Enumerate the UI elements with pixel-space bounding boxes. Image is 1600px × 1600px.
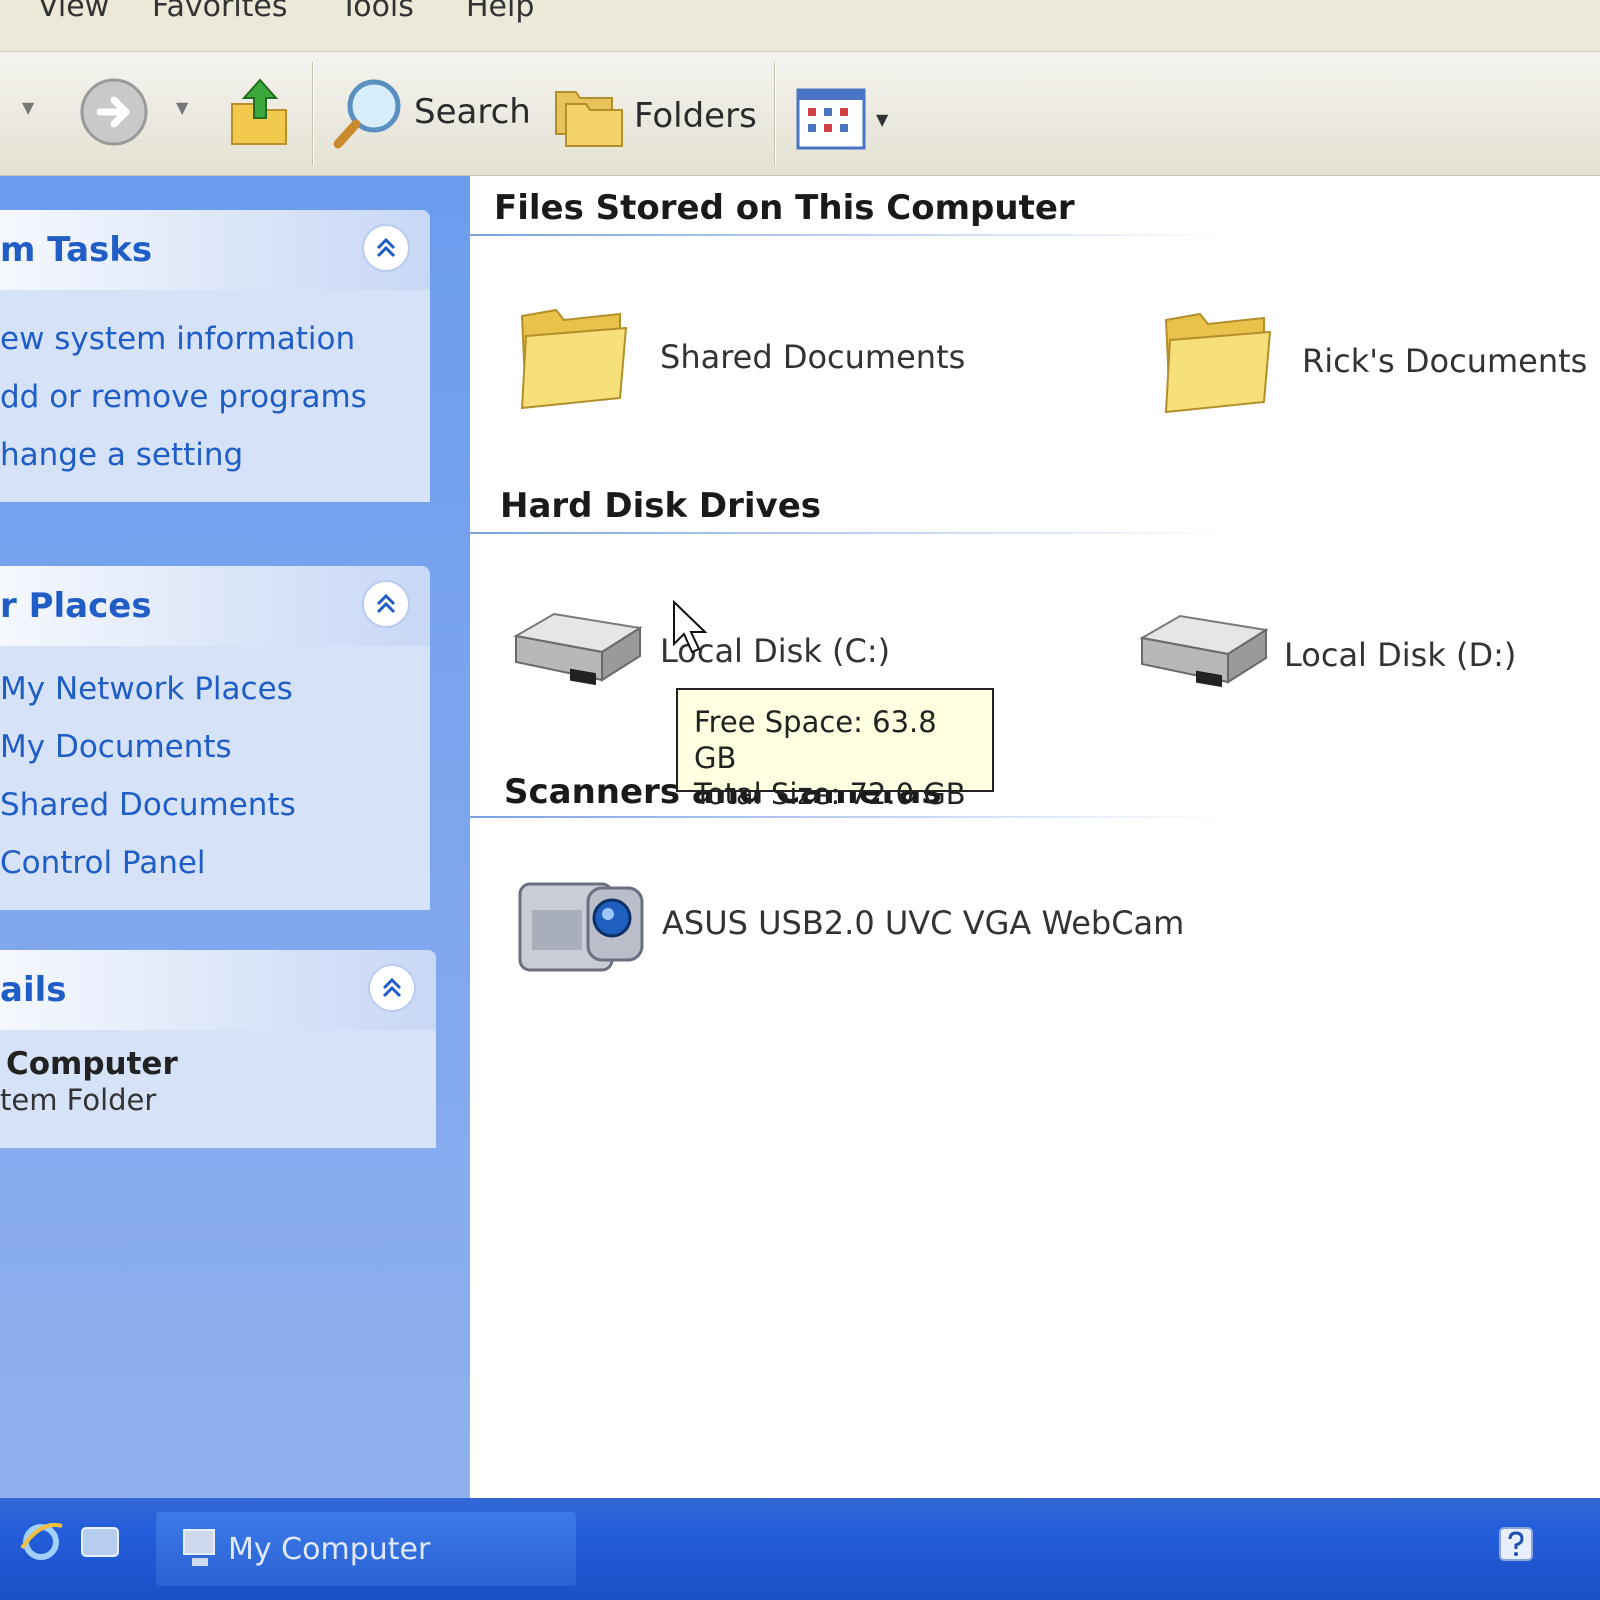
mouse-cursor-icon [673, 600, 708, 654]
system-tasks-panel: m Tasks ew system information dd or remo… [0, 210, 430, 502]
collapse-icon[interactable] [362, 224, 410, 272]
add-remove-programs-link[interactable]: dd or remove programs [0, 368, 430, 426]
collapse-icon[interactable] [368, 964, 416, 1012]
forward-arrow-icon[interactable] [78, 76, 150, 148]
change-setting-link[interactable]: hange a setting [0, 426, 430, 484]
details-item-type: tem Folder [0, 1083, 157, 1117]
hard-disk-icon [1139, 614, 1269, 688]
menu-help[interactable]: Help [466, 0, 534, 22]
shared-documents-link[interactable]: Shared Documents [0, 776, 430, 834]
show-desktop-icon[interactable] [78, 1520, 122, 1564]
tooltip-total-size: Total Size: 72.0 GB [694, 777, 966, 811]
details-header[interactable]: ails [0, 950, 436, 1030]
content-area: Files Stored on This Computer Shared Doc… [470, 176, 1600, 1526]
folders-icon[interactable] [552, 82, 626, 150]
menu-bar: View Favorites Tools Help [0, 0, 1600, 52]
toolbar-separator [312, 62, 314, 166]
disk-tooltip: Free Space: 63.8 GB Total Size: 72.0 GB [676, 688, 994, 811]
other-places-panel: r Places My Network Places My Documents … [0, 566, 430, 910]
back-dropdown-icon[interactable]: ▼ [22, 98, 34, 117]
menu-favorites[interactable]: Favorites [152, 0, 288, 22]
toolbar: ▼ ▼ Search Folders ▼ [0, 52, 1600, 176]
computer-icon [183, 1529, 215, 1566]
folder-icon [520, 308, 628, 410]
details-item-name: Computer [6, 1046, 178, 1082]
ricks-documents-label: Rick's Documents [1302, 342, 1588, 380]
view-system-information-link[interactable]: ew system information [0, 310, 430, 368]
group-header-hard-disk-drives: Hard Disk Drives [500, 486, 822, 526]
menu-tools[interactable]: Tools [340, 0, 414, 22]
shared-documents-label: Shared Documents [660, 338, 966, 376]
group-divider [470, 816, 1230, 818]
hard-disk-icon [513, 612, 643, 686]
system-tasks-header[interactable]: m Tasks [0, 210, 430, 290]
views-dropdown-icon[interactable]: ▼ [876, 110, 888, 129]
control-panel-link[interactable]: Control Panel [0, 834, 430, 892]
up-folder-icon[interactable] [228, 74, 292, 148]
task-pane: m Tasks ew system information dd or remo… [0, 176, 470, 1526]
other-places-header[interactable]: r Places [0, 566, 430, 646]
internet-explorer-icon[interactable] [18, 1518, 64, 1564]
local-disk-d-label: Local Disk (D:) [1284, 636, 1517, 674]
details-body: Computer tem Folder [0, 1030, 436, 1148]
details-panel: ails Computer tem Folder [0, 950, 436, 1148]
system-tasks-body: ew system information dd or remove progr… [0, 290, 430, 502]
other-places-body: My Network Places My Documents Shared Do… [0, 646, 430, 910]
webcam-icon [518, 882, 644, 972]
taskbar-window-label: My Computer [228, 1532, 431, 1567]
my-network-places-link[interactable]: My Network Places [0, 660, 430, 718]
details-title: ails [0, 970, 67, 1010]
taskbar-my-computer-button[interactable]: My Computer [156, 1512, 576, 1586]
taskbar: My Computer [0, 1498, 1600, 1600]
help-tray-icon[interactable] [1496, 1524, 1536, 1564]
other-places-title: r Places [0, 586, 152, 626]
folder-icon [1164, 312, 1272, 414]
magnifier-icon[interactable] [330, 76, 406, 152]
tooltip-free-space: Free Space: 63.8 GB [694, 705, 937, 775]
webcam-label: ASUS USB2.0 UVC VGA WebCam [662, 904, 1185, 942]
group-divider [470, 234, 1230, 236]
folders-button[interactable]: Folders [634, 96, 757, 136]
system-tasks-title: m Tasks [0, 230, 153, 270]
menu-view[interactable]: View [38, 0, 109, 22]
group-header-files-stored: Files Stored on This Computer [494, 188, 1075, 228]
toolbar-separator [774, 62, 776, 166]
collapse-icon[interactable] [362, 580, 410, 628]
my-documents-link[interactable]: My Documents [0, 718, 430, 776]
views-icon[interactable] [796, 88, 866, 150]
forward-dropdown-icon[interactable]: ▼ [176, 98, 188, 117]
search-button[interactable]: Search [414, 92, 531, 132]
group-divider [470, 532, 1230, 534]
